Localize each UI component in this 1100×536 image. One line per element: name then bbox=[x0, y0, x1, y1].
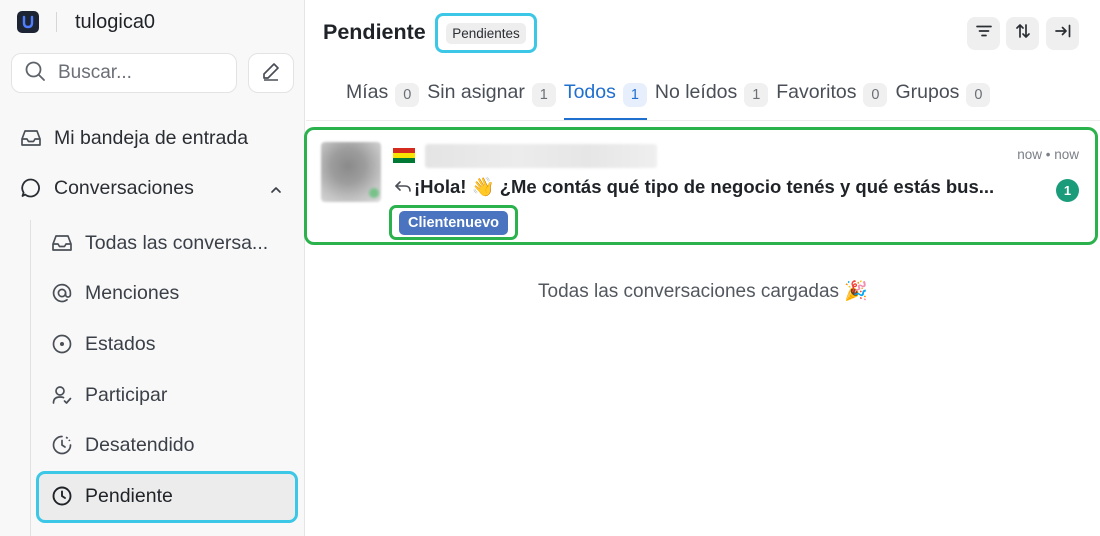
sort-arrows-icon bbox=[1014, 22, 1032, 45]
conversation-list-panel: Pendiente Pendientes Mías 0 Sin asignar … bbox=[304, 0, 1100, 536]
tab-count: 1 bbox=[744, 83, 769, 107]
status-badge: Pendientes bbox=[435, 13, 537, 53]
channel-indicator bbox=[369, 188, 379, 198]
tab-label: Mías bbox=[346, 81, 389, 103]
search-input[interactable]: Buscar... bbox=[11, 53, 237, 93]
compose-button[interactable] bbox=[248, 53, 294, 93]
nav-conversations-label: Conversaciones bbox=[54, 176, 194, 199]
nav-inbox-label: Mi bandeja de entrada bbox=[54, 126, 249, 149]
clock-icon bbox=[49, 483, 75, 509]
subnav-item-label: Todas las conversa... bbox=[85, 231, 269, 254]
filter-button[interactable] bbox=[967, 17, 1000, 50]
subnav-item-participate[interactable]: Participar bbox=[49, 382, 167, 408]
label-highlight: Clientenuevo bbox=[389, 205, 518, 240]
arrow-right-to-line-icon bbox=[1054, 22, 1072, 45]
all-loaded-message: Todas las conversaciones cargadas 🎉 bbox=[538, 281, 868, 302]
contact-name-redacted bbox=[425, 144, 657, 168]
tab-label: Grupos bbox=[895, 81, 960, 103]
message-preview-text: ¡Hola! 👋 ¿Me contás qué tipo de negocio … bbox=[414, 176, 995, 197]
chat-bubble-icon bbox=[18, 175, 44, 201]
status-icon bbox=[49, 331, 75, 357]
nav-inbox[interactable]: Mi bandeja de entrada bbox=[18, 125, 248, 151]
sort-button[interactable] bbox=[1006, 17, 1039, 50]
subnav-item-unattended[interactable]: Desatendido bbox=[49, 432, 195, 458]
message-preview: ¡Hola! 👋 ¿Me contás qué tipo de negocio … bbox=[393, 176, 994, 198]
filter-icon bbox=[975, 22, 993, 45]
subnav-item-pending[interactable]: Pendiente bbox=[49, 483, 173, 509]
subnav-item-label: Menciones bbox=[85, 281, 180, 304]
brand-logo-icon[interactable] bbox=[17, 11, 39, 33]
tab-count: 0 bbox=[966, 83, 991, 107]
tab-favorites[interactable]: Favoritos 0 bbox=[776, 78, 888, 120]
tab-unassigned[interactable]: Sin asignar 1 bbox=[427, 78, 556, 120]
person-check-icon bbox=[49, 382, 75, 408]
collapse-panel-button[interactable] bbox=[1046, 17, 1079, 50]
subnav-guide-line bbox=[30, 220, 31, 536]
chevron-up-icon[interactable] bbox=[266, 180, 286, 200]
subnav-item-mentions[interactable]: Menciones bbox=[49, 280, 179, 306]
tab-count: 1 bbox=[622, 83, 647, 107]
tabs-divider bbox=[306, 120, 1100, 121]
tab-label: Favoritos bbox=[776, 81, 857, 103]
brand-divider bbox=[56, 12, 57, 32]
workspace-name[interactable]: tulogica0 bbox=[75, 11, 155, 34]
sidebar: tulogica0 Buscar... Mi bandeja de entrad… bbox=[0, 0, 305, 536]
at-icon bbox=[49, 280, 75, 306]
conversation-list-item[interactable]: now • now ¡Hola! 👋 ¿Me contás qué tipo d… bbox=[304, 127, 1098, 245]
subnav-item-all-conversations[interactable]: Todas las conversa... bbox=[49, 230, 268, 256]
subnav-item-label: Pendiente bbox=[85, 484, 173, 507]
clock-alert-icon bbox=[49, 432, 75, 458]
conversation-label-tag[interactable]: Clientenuevo bbox=[398, 210, 509, 235]
nav-conversations[interactable]: Conversaciones bbox=[18, 175, 194, 201]
tab-mine[interactable]: Mías 0 bbox=[346, 78, 420, 120]
tab-count: 0 bbox=[863, 83, 888, 107]
tab-all[interactable]: Todos 1 bbox=[563, 78, 647, 120]
tab-label: Todos bbox=[563, 81, 616, 103]
tab-count: 1 bbox=[531, 83, 556, 107]
pencil-icon bbox=[261, 61, 281, 86]
search-placeholder: Buscar... bbox=[58, 62, 132, 83]
tab-label: No leídos bbox=[654, 81, 738, 103]
subnav-item-label: Estados bbox=[85, 332, 156, 355]
unread-count-badge: 1 bbox=[1056, 179, 1079, 202]
subnav-item-label: Participar bbox=[85, 383, 168, 406]
inbox-icon bbox=[18, 125, 44, 151]
subnav-item-label: Desatendido bbox=[85, 433, 195, 456]
tab-label: Sin asignar bbox=[427, 81, 525, 103]
conversation-timestamps: now • now bbox=[1017, 147, 1079, 162]
inbox-icon bbox=[49, 230, 75, 256]
conversation-tabs: Mías 0 Sin asignar 1 Todos 1 No leídos 1… bbox=[346, 78, 998, 120]
tab-groups[interactable]: Grupos 0 bbox=[895, 78, 991, 120]
country-flag-icon bbox=[393, 148, 415, 163]
status-badge-label: Pendientes bbox=[446, 22, 526, 44]
page-title: Pendiente bbox=[323, 20, 426, 44]
tab-count: 0 bbox=[395, 83, 420, 107]
subnav-item-states[interactable]: Estados bbox=[49, 331, 155, 357]
reply-arrow-icon bbox=[393, 177, 413, 197]
search-icon bbox=[24, 60, 46, 87]
tab-unread[interactable]: No leídos 1 bbox=[654, 78, 769, 120]
